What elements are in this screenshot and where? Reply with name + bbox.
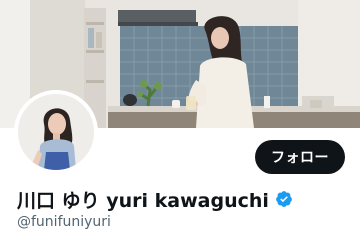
verified-badge-icon[interactable] [275,190,293,208]
profile-avatar[interactable] [14,90,98,174]
display-name: 川口 ゆり yuri kawaguchi [17,189,269,212]
avatar-image [18,94,94,170]
profile-handle: @funifuniyuri [17,214,111,230]
follow-button[interactable]: フォロー [255,140,345,174]
display-name-row: 川口 ゆり yuri kawaguchi [17,186,293,212]
